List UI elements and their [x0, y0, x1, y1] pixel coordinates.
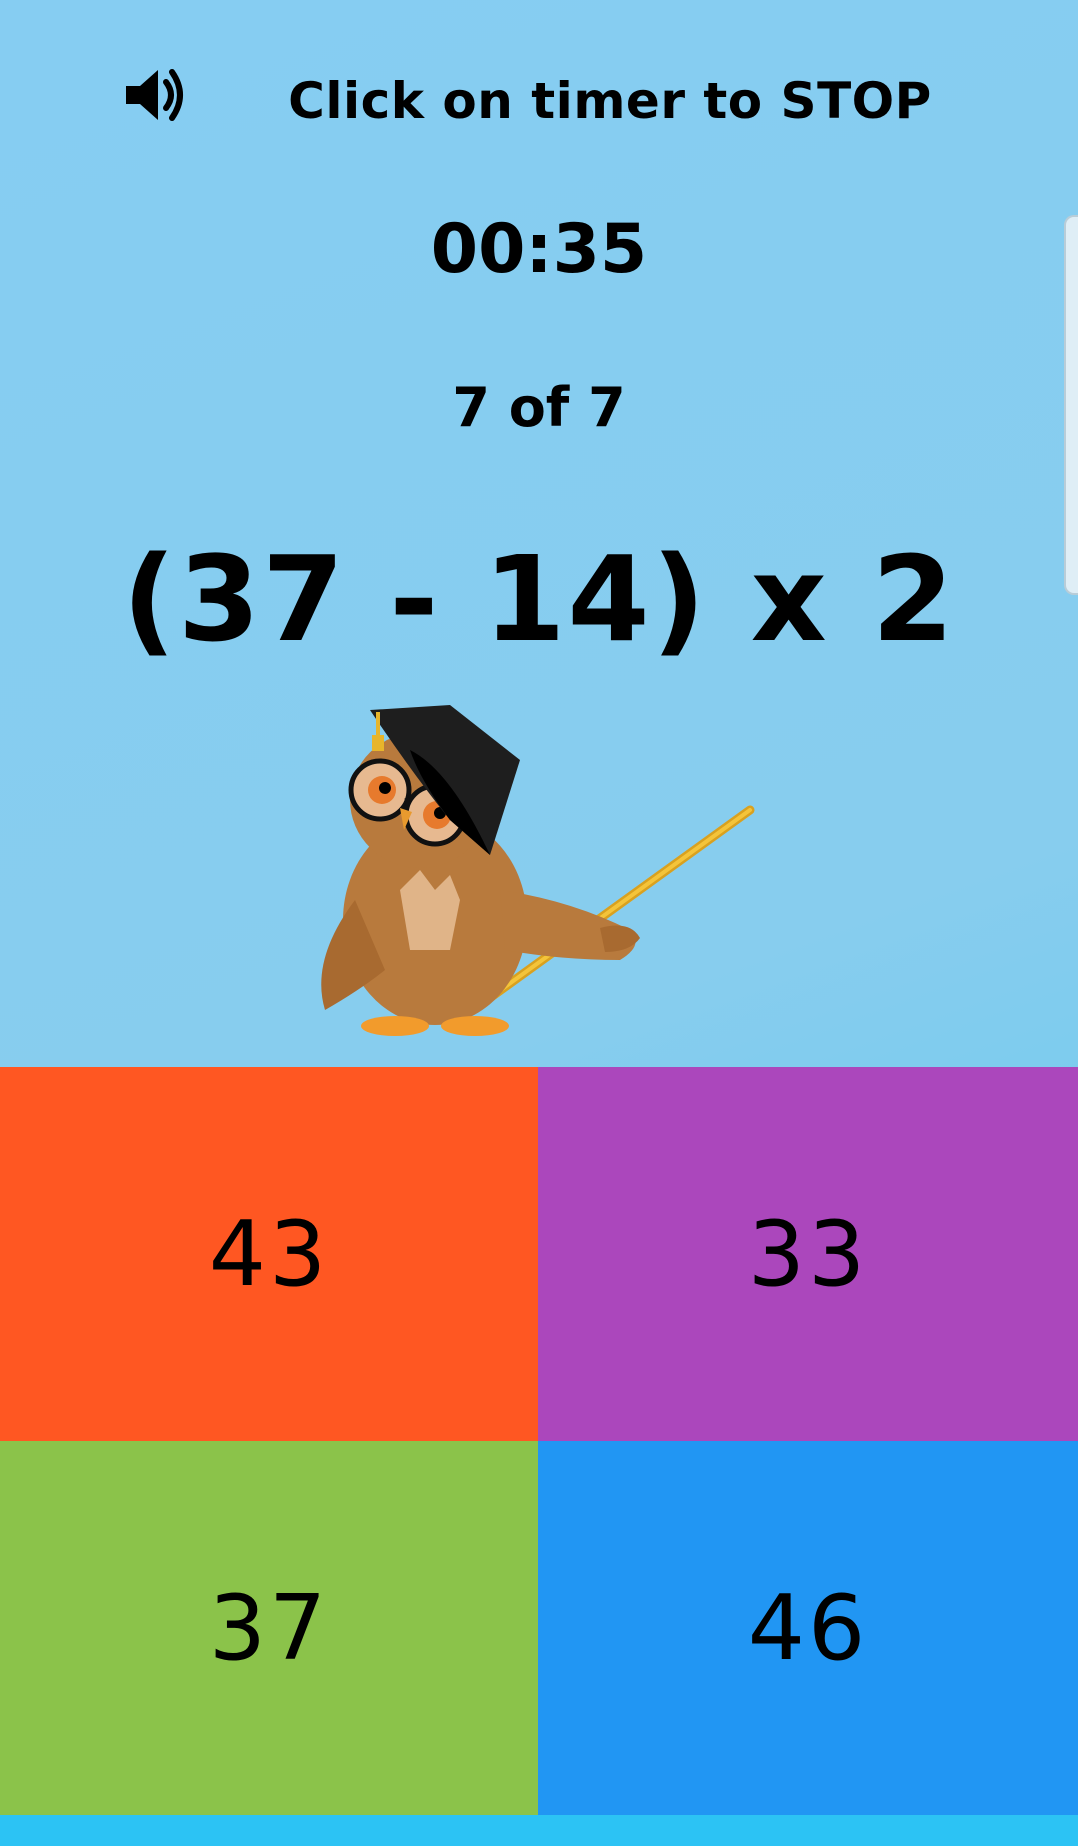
answer-option-2-label: 33 — [747, 1201, 869, 1307]
answer-option-3-label: 37 — [208, 1575, 330, 1681]
math-question: (37 - 14) x 2 — [122, 530, 956, 668]
answer-option-3[interactable]: 37 — [0, 1441, 538, 1815]
timer-button[interactable]: 00:35 — [0, 210, 1078, 289]
header: Click on timer to STOP — [0, 0, 1078, 200]
owl-teacher-illustration — [321, 705, 755, 1036]
answer-grid: 43 33 37 46 — [0, 1067, 1078, 1815]
answer-option-1-label: 43 — [208, 1201, 330, 1307]
instruction-text: Click on timer to STOP — [288, 72, 932, 130]
speaker-volume-icon[interactable] — [124, 64, 184, 126]
answer-option-2[interactable]: 33 — [538, 1067, 1078, 1441]
question-progress: 7 of 7 — [452, 376, 626, 439]
answer-option-1[interactable]: 43 — [0, 1067, 538, 1441]
edge-panel-handle[interactable] — [1064, 215, 1078, 595]
bottom-strip — [0, 1815, 1078, 1846]
answer-option-4[interactable]: 46 — [538, 1441, 1078, 1815]
answer-option-4-label: 46 — [747, 1575, 869, 1681]
